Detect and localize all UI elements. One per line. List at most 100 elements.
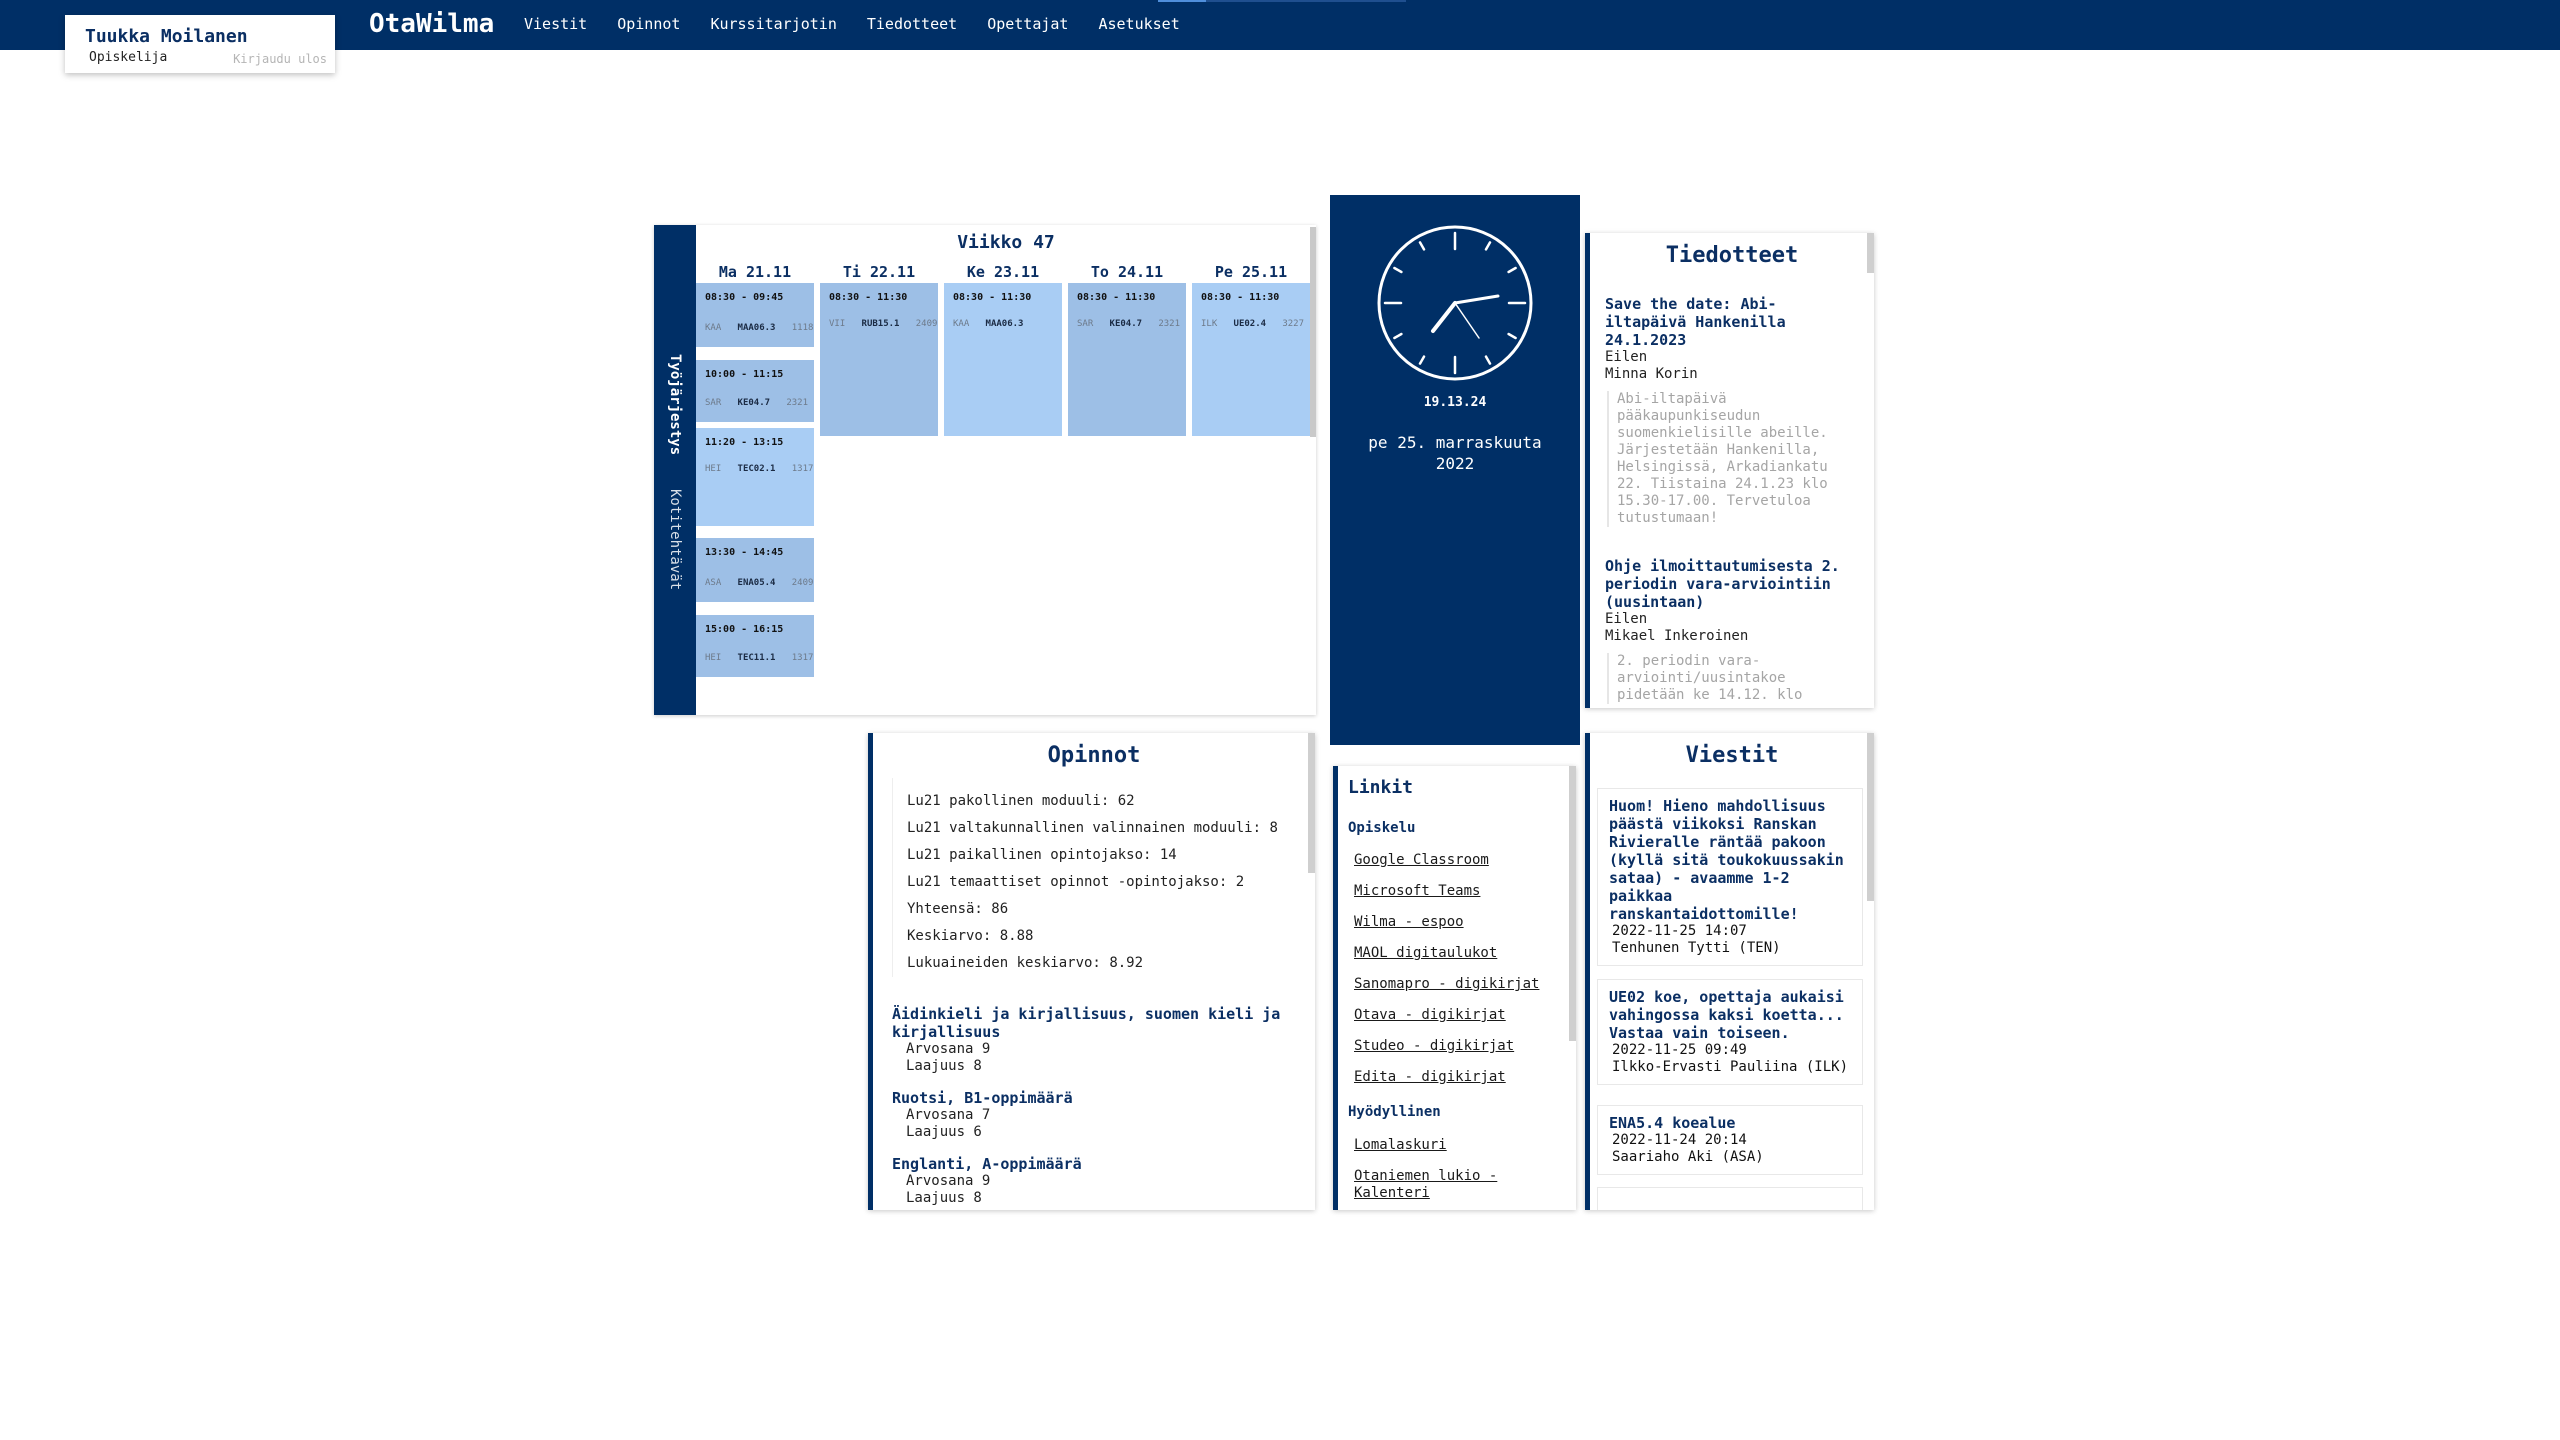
link-wilma-espoo[interactable]: Wilma - espoo bbox=[1354, 914, 1464, 931]
schedule-week-title: Viikko 47 bbox=[957, 232, 1055, 253]
message-item[interactable]: Huom! Hieno mahdollisuus päästä viikoksi… bbox=[1597, 788, 1863, 966]
clock-date: pe 25. marraskuuta 2022 bbox=[1330, 432, 1580, 474]
subject-scope: Laajuus 8 bbox=[906, 1058, 982, 1074]
topbar-accent bbox=[1158, 0, 1206, 2]
user-name[interactable]: Tuukka Moilanen bbox=[85, 26, 248, 47]
subject-name[interactable]: Englanti, A-oppimäärä bbox=[892, 1155, 1302, 1173]
clock-date-line: pe 25. marraskuuta bbox=[1368, 433, 1542, 452]
lesson-time: 13:30 - 14:45 bbox=[705, 547, 784, 558]
logout-link[interactable]: Kirjaudu ulos bbox=[233, 52, 327, 66]
message-title[interactable]: UE02 koe, opettaja aukaisi vahingossa ka… bbox=[1609, 988, 1853, 1042]
lesson-time: 08:30 - 11:30 bbox=[829, 292, 908, 303]
announcement-item[interactable]: Save the date: Abi-iltapäivä Hankenilla … bbox=[1605, 295, 1850, 527]
link-sanomapro[interactable]: Sanomapro - digikirjat bbox=[1354, 976, 1539, 993]
lesson-time: 08:30 - 09:45 bbox=[705, 292, 784, 303]
nav-tiedotteet[interactable]: Tiedotteet bbox=[867, 15, 957, 33]
lesson-meta: HEI TEC11.1 1317 bbox=[705, 653, 814, 663]
links-title: Linkit bbox=[1348, 777, 1414, 798]
nav-opinnot[interactable]: Opinnot bbox=[617, 15, 680, 33]
lesson-time: 08:30 - 11:30 bbox=[1077, 292, 1156, 303]
lesson-meta: VII RUB15.1 2409 bbox=[829, 319, 938, 329]
lesson-block[interactable]: 15:00 - 16:15 HEI TEC11.1 1317 bbox=[696, 615, 814, 677]
subject-item[interactable]: Äidinkieli ja kirjallisuus, suomen kieli… bbox=[892, 1005, 1302, 1075]
subject-grade: Arvosana 9 bbox=[906, 1041, 991, 1057]
subject-grade: Arvosana 7 bbox=[906, 1107, 991, 1123]
day-header-thu: To 24.11 bbox=[1090, 263, 1164, 281]
message-date: 2022-11-25 14:07 bbox=[1612, 923, 1747, 939]
nav-kurssitarjotin[interactable]: Kurssitarjotin bbox=[710, 15, 836, 33]
lesson-block[interactable]: 10:00 - 11:15 SAR KE04.7 2321 bbox=[696, 360, 814, 422]
links-scrollbar[interactable] bbox=[1569, 766, 1576, 1041]
nav-opettajat[interactable]: Opettajat bbox=[987, 15, 1068, 33]
announcement-title[interactable]: Save the date: Abi-iltapäivä Hankenilla … bbox=[1605, 295, 1850, 349]
lesson-block[interactable]: 08:30 - 11:30 SAR KE04.7 2321 bbox=[1068, 283, 1186, 436]
link-edita[interactable]: Edita - digikirjat bbox=[1354, 1069, 1506, 1086]
app-brand[interactable]: OtaWilma bbox=[369, 9, 494, 39]
user-card: Tuukka Moilanen Opiskelija Kirjaudu ulos bbox=[65, 15, 335, 73]
studies-stats: Lu21 pakollinen moduuli: 62 Lu21 valtaku… bbox=[892, 778, 1302, 977]
lesson-block[interactable]: 08:30 - 11:30 ILK UE02.4 3227 bbox=[1192, 283, 1310, 436]
day-header-wed: Ke 23.11 bbox=[966, 263, 1040, 281]
link-microsoft-teams[interactable]: Microsoft Teams bbox=[1354, 883, 1480, 900]
lesson-time: 11:20 - 13:15 bbox=[705, 437, 784, 448]
lesson-block[interactable]: 13:30 - 14:45 ASA ENA05.4 2409 bbox=[696, 538, 814, 602]
message-sender: Saariaho Aki (ASA) bbox=[1612, 1149, 1764, 1165]
message-item[interactable]: UE02 koe, opettaja aukaisi vahingossa ka… bbox=[1597, 979, 1863, 1085]
link-maol-digitaulukot[interactable]: MAOL digitaulukot bbox=[1354, 945, 1497, 962]
user-role: Opiskelija bbox=[89, 50, 168, 65]
link-studeo[interactable]: Studeo - digikirjat bbox=[1354, 1038, 1514, 1055]
stat-row: Lu21 valtakunnallinen valinnainen moduul… bbox=[907, 820, 1278, 836]
announcement-title[interactable]: Ohje ilmoittautumisesta 2. periodin vara… bbox=[1605, 557, 1850, 611]
stat-row: Lukuaineiden keskiarvo: 8.92 bbox=[907, 955, 1144, 971]
announcement-author: Mikael Inkeroinen bbox=[1605, 628, 1749, 644]
announcement-date: Eilen bbox=[1605, 611, 1648, 627]
link-otava[interactable]: Otava - digikirjat bbox=[1354, 1007, 1506, 1024]
message-item[interactable] bbox=[1597, 1187, 1863, 1210]
links-section-hyodyllinen: Hyödyllinen bbox=[1348, 1104, 1441, 1120]
subject-name[interactable]: Äidinkieli ja kirjallisuus, suomen kieli… bbox=[892, 1005, 1302, 1041]
announcement-body: Abi-iltapäivä pääkaupunkiseudun suomenki… bbox=[1607, 391, 1850, 527]
card-accent-bar bbox=[1333, 766, 1338, 1210]
messages-title: Viestit bbox=[1685, 743, 1779, 768]
lesson-block[interactable]: 11:20 - 13:15 HEI TEC02.1 1317 bbox=[696, 428, 814, 526]
subject-grade: Arvosana 9 bbox=[906, 1173, 991, 1189]
lesson-block[interactable]: 08:30 - 09:45 KAA MAA06.3 1118 bbox=[696, 283, 814, 347]
subject-item[interactable]: Ruotsi, B1-oppimäärä Arvosana 7 Laajuus … bbox=[892, 1089, 1302, 1141]
main-nav: Viestit Opinnot Kurssitarjotin Tiedottee… bbox=[524, 15, 1180, 33]
message-item[interactable]: ENA5.4 koealue 2022-11-24 20:14 Saariaho… bbox=[1597, 1105, 1863, 1175]
stat-row: Lu21 pakollinen moduuli: 62 bbox=[907, 793, 1135, 809]
tab-tyojarjestys[interactable]: Työjärjestys bbox=[654, 350, 696, 460]
messages-card: Viestit Huom! Hieno mahdollisuus päästä … bbox=[1585, 733, 1874, 1210]
subject-scope: Laajuus 6 bbox=[906, 1124, 982, 1140]
message-title[interactable]: Huom! Hieno mahdollisuus päästä viikoksi… bbox=[1609, 797, 1853, 923]
link-lomalaskuri[interactable]: Lomalaskuri bbox=[1354, 1137, 1447, 1154]
lesson-meta: SAR KE04.7 2321 bbox=[1077, 319, 1180, 329]
announcement-author: Minna Korin bbox=[1605, 366, 1698, 382]
lesson-meta: ASA ENA05.4 2409 bbox=[705, 578, 814, 588]
nav-asetukset[interactable]: Asetukset bbox=[1098, 15, 1179, 33]
subject-name[interactable]: Ruotsi, B1-oppimäärä bbox=[892, 1089, 1302, 1107]
nav-viestit[interactable]: Viestit bbox=[524, 15, 587, 33]
topbar-accent-secondary bbox=[1206, 0, 1406, 2]
subject-item[interactable]: Englanti, A-oppimäärä Arvosana 9 Laajuus… bbox=[892, 1155, 1302, 1207]
tab-kotitehtavat[interactable]: Kotitehtävät bbox=[654, 485, 696, 595]
link-google-classroom[interactable]: Google Classroom bbox=[1354, 852, 1489, 869]
link-otaniemi-kalenteri[interactable]: Otaniemen lukio - Kalenteri bbox=[1354, 1168, 1529, 1202]
announcement-body: 2. periodin vara-arviointi/uusintakoe pi… bbox=[1607, 653, 1850, 704]
lesson-time: 10:00 - 11:15 bbox=[705, 369, 784, 380]
day-header-tue: Ti 22.11 bbox=[842, 263, 916, 281]
announcement-item[interactable]: Ohje ilmoittautumisesta 2. periodin vara… bbox=[1605, 557, 1850, 704]
lesson-block[interactable]: 08:30 - 11:30 VII RUB15.1 2409 bbox=[820, 283, 938, 436]
stat-row: Yhteensä: 86 bbox=[907, 901, 1009, 917]
schedule-scrollbar[interactable] bbox=[1310, 227, 1316, 437]
message-date: 2022-11-24 20:14 bbox=[1612, 1132, 1747, 1148]
message-sender: Tenhunen Tytti (TEN) bbox=[1612, 940, 1781, 956]
clock-panel: 19.13.24 pe 25. marraskuuta 2022 bbox=[1330, 195, 1580, 745]
stat-row: Keskiarvo: 8.88 bbox=[907, 928, 1034, 944]
message-title[interactable]: ENA5.4 koealue bbox=[1609, 1114, 1853, 1132]
lesson-meta: ILK UE02.4 3227 bbox=[1201, 319, 1304, 329]
day-header-mon: Ma 21.11 bbox=[718, 263, 792, 281]
lesson-block[interactable]: 08:30 - 11:30 KAA MAA06.3 bbox=[944, 283, 1062, 436]
day-header-fri: Pe 25.11 bbox=[1214, 263, 1288, 281]
analog-clock-icon bbox=[1377, 225, 1533, 381]
